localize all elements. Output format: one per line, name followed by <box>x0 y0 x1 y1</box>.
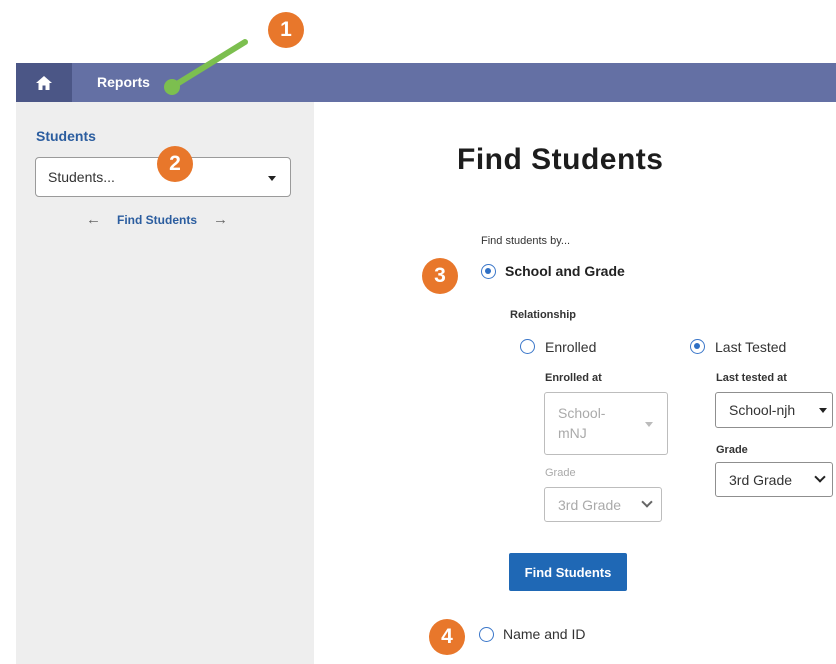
annotation-pointer <box>164 39 248 95</box>
annotation-badge-1: 1 <box>268 12 304 48</box>
annotation-badge-3: 3 <box>422 258 458 294</box>
annotation-badge-4: 4 <box>429 619 465 655</box>
annotation-badge-2: 2 <box>157 146 193 182</box>
